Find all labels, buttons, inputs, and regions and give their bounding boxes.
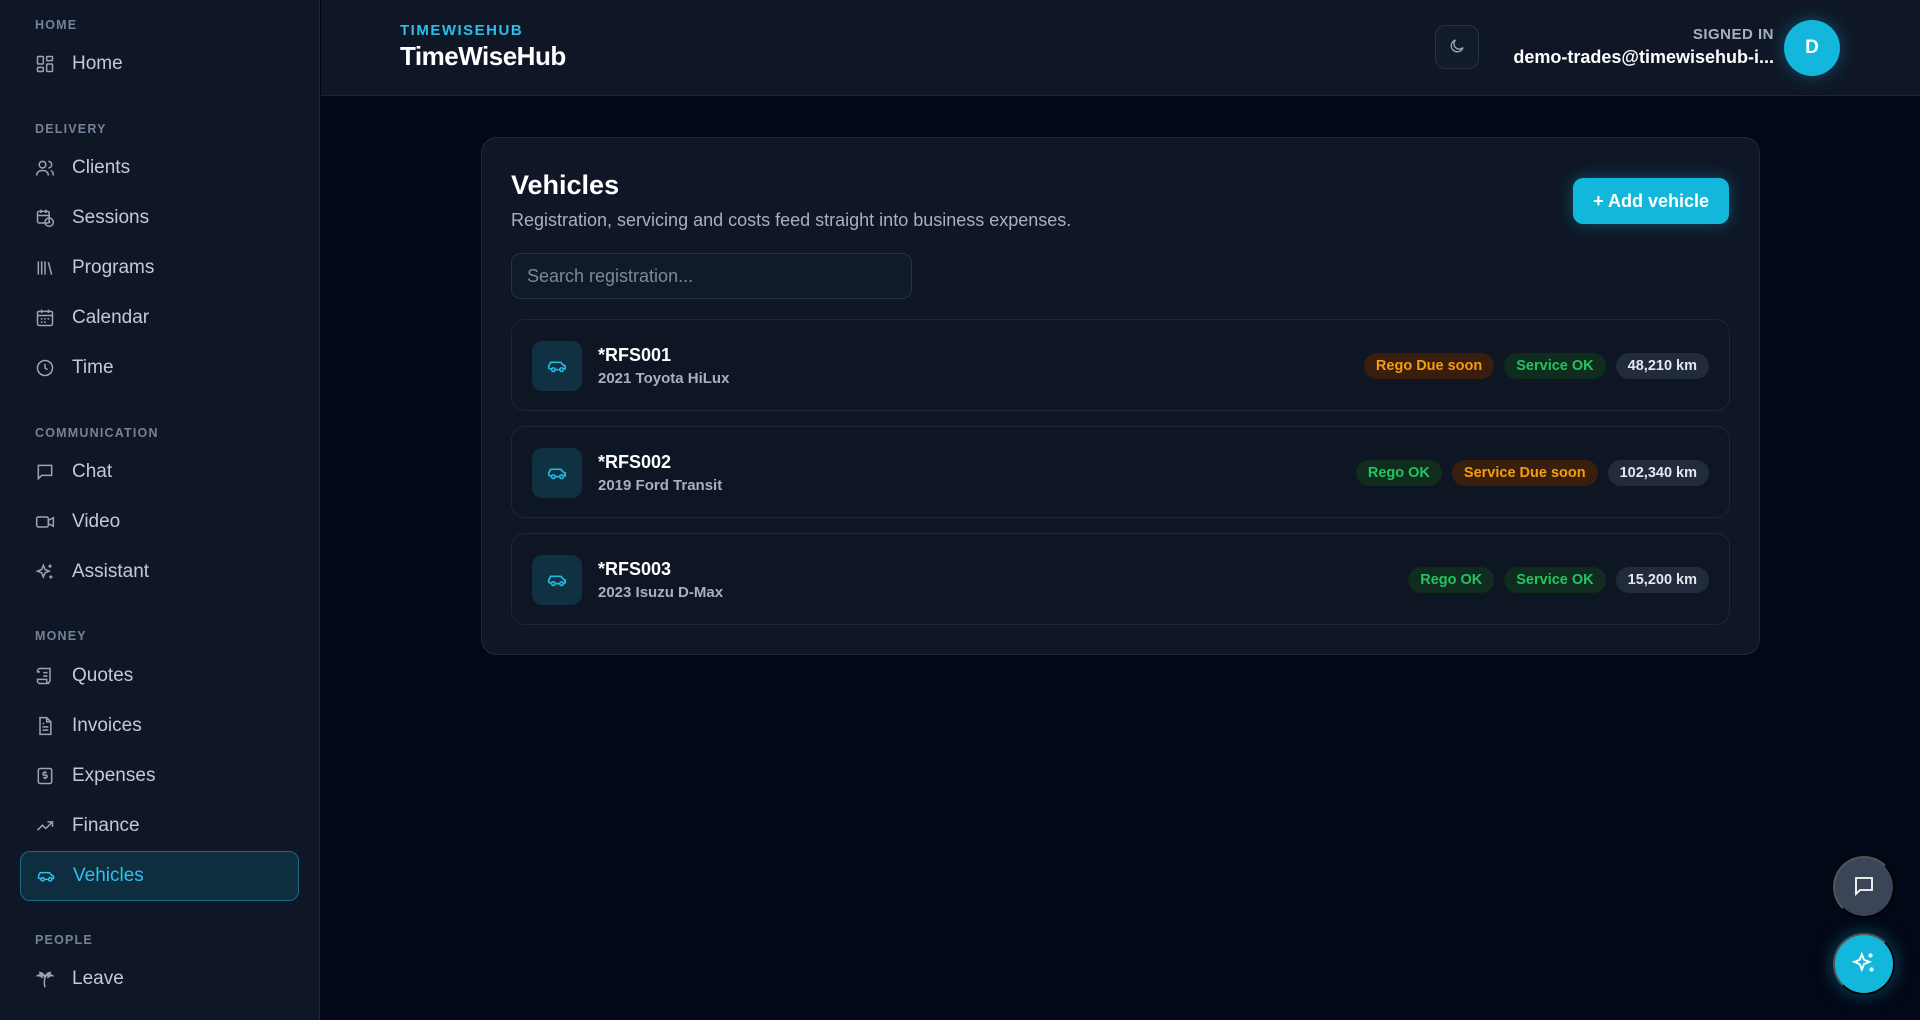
- add-vehicle-button[interactable]: + Add vehicle: [1573, 178, 1729, 224]
- vehicle-status-tags: Rego OK Service Due soon 102,340 km: [1355, 460, 1709, 486]
- trending-up-icon: [34, 815, 56, 837]
- odometer-badge: 48,210 km: [1615, 353, 1709, 379]
- sidebar-item-label: Assistant: [72, 561, 150, 582]
- sidebar: HOME Home DELIVERY Clients Sessions Prog…: [0, 0, 320, 1020]
- sidebar-item-chat[interactable]: Chat: [20, 447, 299, 497]
- calendar-icon: [34, 307, 56, 329]
- video-icon: [34, 511, 56, 533]
- odometer-badge: 15,200 km: [1615, 567, 1709, 593]
- sidebar-item-time[interactable]: Time: [20, 343, 299, 393]
- sidebar-item-calendar[interactable]: Calendar: [20, 293, 299, 343]
- clock-icon: [34, 357, 56, 379]
- sidebar-item-programs[interactable]: Programs: [20, 243, 299, 293]
- sidebar-item-finance[interactable]: Finance: [20, 801, 299, 851]
- file-text-icon: [34, 715, 56, 737]
- library-icon: [34, 257, 56, 279]
- car-icon: [35, 865, 57, 887]
- service-status-badge: Service Due soon: [1451, 460, 1598, 486]
- sparkles-icon: [34, 561, 56, 583]
- sidebar-item-sessions[interactable]: Sessions: [20, 193, 299, 243]
- vehicle-row[interactable]: *RFS001 2021 Toyota HiLux Rego Due soon …: [511, 319, 1730, 411]
- section-label-delivery: DELIVERY: [35, 122, 107, 136]
- sidebar-item-label: Clients: [72, 157, 131, 178]
- sidebar-item-home[interactable]: Home: [20, 39, 299, 89]
- vehicle-rego: *RFS001: [598, 345, 672, 365]
- avatar[interactable]: D: [1784, 20, 1840, 76]
- sidebar-item-label: Leave: [72, 968, 124, 989]
- receipt-dollar-icon: [34, 765, 56, 787]
- vehicles-card: Vehicles Registration, servicing and cos…: [481, 137, 1760, 655]
- sidebar-item-label: Programs: [72, 257, 155, 278]
- top-header: TIMEWISEHUB TimeWiseHub SIGNED IN demo-t…: [321, 0, 1920, 96]
- sidebar-item-clients[interactable]: Clients: [20, 143, 299, 193]
- message-icon: [1852, 874, 1876, 901]
- sidebar-item-vehicles[interactable]: Vehicles: [20, 851, 299, 901]
- odometer-badge: 102,340 km: [1607, 460, 1709, 486]
- dashboard-icon: [34, 53, 56, 75]
- sidebar-item-label: Time: [72, 357, 114, 378]
- rego-status-badge: Rego OK: [1355, 460, 1442, 486]
- brand-eyebrow: TIMEWISEHUB: [400, 22, 524, 39]
- sparkles-icon: [1851, 950, 1877, 979]
- signed-in-label: SIGNED IN: [1692, 26, 1774, 43]
- chat-fab-button[interactable]: [1833, 856, 1895, 918]
- section-label-money: MONEY: [35, 629, 87, 643]
- vehicle-rego: *RFS003: [598, 559, 672, 579]
- vehicle-row[interactable]: *RFS003 2023 Isuzu D-Max Rego OK Service…: [511, 533, 1730, 625]
- sidebar-item-label: Sessions: [72, 207, 150, 228]
- sidebar-item-quotes[interactable]: Quotes: [20, 651, 299, 701]
- section-label-communication: COMMUNICATION: [35, 426, 159, 440]
- sidebar-item-label: Home: [72, 53, 123, 74]
- sidebar-item-label: Chat: [72, 461, 113, 482]
- service-status-badge: Service OK: [1504, 567, 1606, 593]
- sidebar-item-label: Quotes: [72, 665, 134, 686]
- vehicle-status-tags: Rego OK Service OK 15,200 km: [1408, 567, 1709, 593]
- calendar-clock-icon: [34, 207, 56, 229]
- sidebar-item-label: Expenses: [72, 765, 156, 786]
- moon-icon: [1448, 37, 1466, 58]
- rego-status-badge: Rego Due soon: [1363, 353, 1495, 379]
- sidebar-item-label: Calendar: [72, 307, 150, 328]
- vehicle-model: 2021 Toyota HiLux: [598, 370, 730, 387]
- brand-title: TimeWiseHub: [400, 41, 566, 71]
- scroll-icon: [34, 665, 56, 687]
- sidebar-item-label: Invoices: [72, 715, 142, 736]
- car-icon: [532, 448, 582, 498]
- sidebar-item-expenses[interactable]: Expenses: [20, 751, 299, 801]
- vehicle-row[interactable]: *RFS002 2019 Ford Transit Rego OK Servic…: [511, 426, 1730, 518]
- sidebar-item-label: Video: [72, 511, 121, 532]
- car-icon: [532, 341, 582, 391]
- vehicle-model: 2019 Ford Transit: [598, 477, 723, 494]
- sidebar-item-leave[interactable]: Leave: [20, 954, 299, 1004]
- sidebar-item-label: Vehicles: [73, 865, 144, 886]
- car-icon: [532, 555, 582, 605]
- rego-status-badge: Rego OK: [1408, 567, 1495, 593]
- sidebar-item-video[interactable]: Video: [20, 497, 299, 547]
- sidebar-item-label: Finance: [72, 815, 140, 836]
- sidebar-item-invoices[interactable]: Invoices: [20, 701, 299, 751]
- section-label-people: PEOPLE: [35, 933, 93, 947]
- vehicle-status-tags: Rego Due soon Service OK 48,210 km: [1363, 353, 1709, 379]
- user-email: demo-trades@timewisehub-i...: [1513, 47, 1774, 67]
- page-subtitle: Registration, servicing and costs feed s…: [511, 210, 1072, 230]
- search-input[interactable]: [511, 253, 912, 299]
- page-title: Vehicles: [511, 170, 620, 200]
- theme-toggle-button[interactable]: [1435, 25, 1479, 69]
- palm-tree-icon: [34, 968, 56, 990]
- vehicle-rego: *RFS002: [598, 452, 672, 472]
- message-icon: [34, 461, 56, 483]
- assistant-fab-button[interactable]: [1833, 933, 1895, 995]
- sidebar-item-assistant[interactable]: Assistant: [20, 547, 299, 597]
- service-status-badge: Service OK: [1504, 353, 1606, 379]
- vehicle-model: 2023 Isuzu D-Max: [598, 584, 724, 601]
- section-label-home: HOME: [35, 18, 78, 32]
- users-icon: [34, 157, 56, 179]
